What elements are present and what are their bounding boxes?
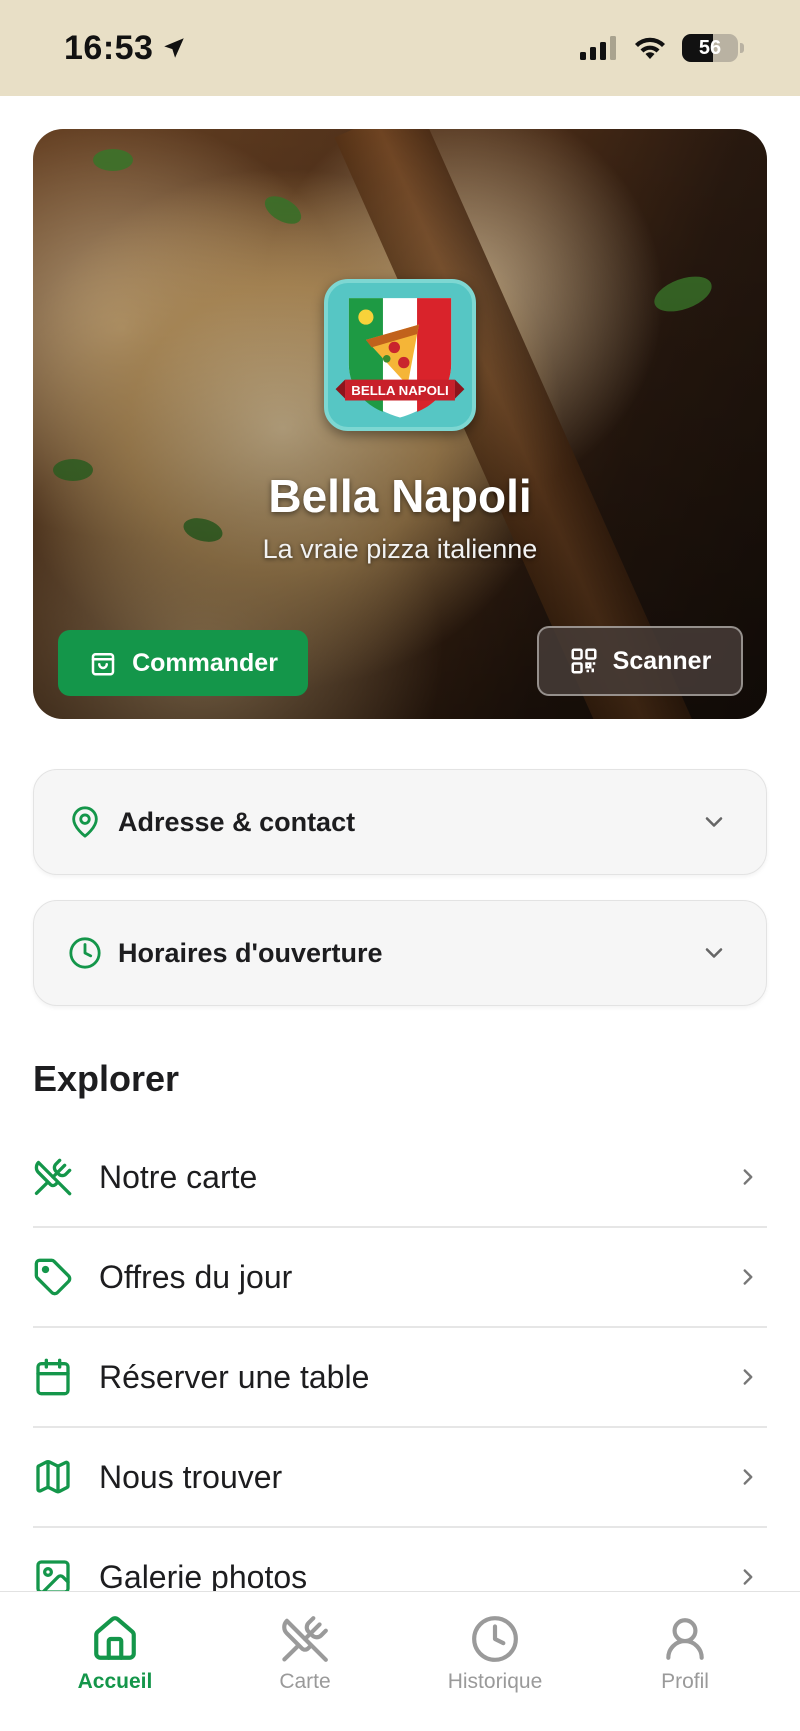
calendar-icon <box>36 1358 70 1396</box>
order-button-label: Commander <box>132 648 278 677</box>
user-icon <box>666 1618 704 1660</box>
tab-label: Accueil <box>77 1670 153 1693</box>
chevron-right-icon <box>743 1169 753 1185</box>
signal-icon <box>580 36 616 60</box>
opening-hours-label: Horaires d'ouverture <box>118 937 383 968</box>
battery-icon: 56 <box>682 34 738 62</box>
tab-menu[interactable]: Carte <box>220 1614 390 1731</box>
tag-icon <box>34 1258 72 1296</box>
status-icons: 56 <box>578 34 744 62</box>
chevron-right-icon <box>743 1269 753 1285</box>
utensils-crossed-icon <box>34 1158 72 1196</box>
address-contact-accordion[interactable]: Adresse & contact <box>33 769 767 875</box>
explorer-item-reservation[interactable]: Réserver une table <box>33 1328 767 1428</box>
scan-button[interactable]: Scanner <box>537 626 743 696</box>
chevron-down-icon <box>705 948 723 958</box>
shopping-bag-icon <box>91 653 115 676</box>
pizza-logo-image: BELLA NAPOLI <box>335 298 465 418</box>
status-bar: 16:53 56 <box>0 0 800 96</box>
chevron-right-icon <box>743 1569 753 1585</box>
tab-home[interactable]: Accueil <box>30 1614 200 1731</box>
explorer-item-menu[interactable]: Notre carte <box>33 1128 767 1228</box>
restaurant-logo: BELLA NAPOLI <box>324 279 476 431</box>
restaurant-tagline: La vraie pizza italienne <box>262 534 538 564</box>
wifi-icon <box>635 37 665 59</box>
explorer-item-find-us[interactable]: Nous trouver <box>33 1428 767 1528</box>
hero-banner: BELLA NAPOLI Bella Napoli La vraie pizza… <box>33 129 767 719</box>
chevron-down-icon <box>705 817 723 827</box>
map-pin-icon <box>72 806 98 838</box>
tab-profile[interactable]: Profil <box>600 1614 770 1731</box>
order-button[interactable]: Commander <box>58 630 308 696</box>
explorer-item-label: Réserver une table <box>99 1358 370 1395</box>
qr-code-icon <box>571 648 597 674</box>
home-icon <box>94 1616 136 1660</box>
clock-icon <box>472 1616 518 1662</box>
svg-text:BELLA NAPOLI: BELLA NAPOLI <box>351 383 448 398</box>
map-icon <box>36 1459 70 1494</box>
utensils-crossed-icon <box>282 1616 328 1662</box>
status-time: 16:53 <box>64 29 187 68</box>
tab-label: Profil <box>661 1670 709 1693</box>
tab-label: Carte <box>279 1670 331 1693</box>
scan-button-label: Scanner <box>612 646 712 675</box>
tab-history[interactable]: Historique <box>410 1614 580 1731</box>
address-contact-label: Adresse & contact <box>118 806 356 837</box>
chevron-right-icon <box>743 1469 753 1485</box>
battery-percent: 56 <box>698 36 722 59</box>
tab-label: Historique <box>447 1670 543 1693</box>
battery-cap <box>740 43 744 53</box>
restaurant-name: Bella Napoli <box>268 470 532 522</box>
explorer-item-label: Notre carte <box>99 1158 258 1195</box>
bottom-tab-bar: Accueil Carte Historique Profil <box>0 1591 800 1731</box>
location-arrow-icon <box>164 38 185 58</box>
chevron-right-icon <box>743 1369 753 1385</box>
explorer-list: Notre carte Offres du jour Réserver une … <box>33 1128 767 1628</box>
clock-icon <box>69 937 101 969</box>
explorer-item-offers[interactable]: Offres du jour <box>33 1228 767 1328</box>
explorer-item-label: Galerie photos <box>99 1558 308 1595</box>
opening-hours-accordion[interactable]: Horaires d'ouverture <box>33 900 767 1006</box>
explorer-item-label: Offres du jour <box>99 1258 293 1295</box>
explorer-heading: Explorer <box>33 1058 180 1099</box>
clock-text: 16:53 <box>64 28 154 67</box>
explorer-item-label: Nous trouver <box>99 1458 283 1495</box>
